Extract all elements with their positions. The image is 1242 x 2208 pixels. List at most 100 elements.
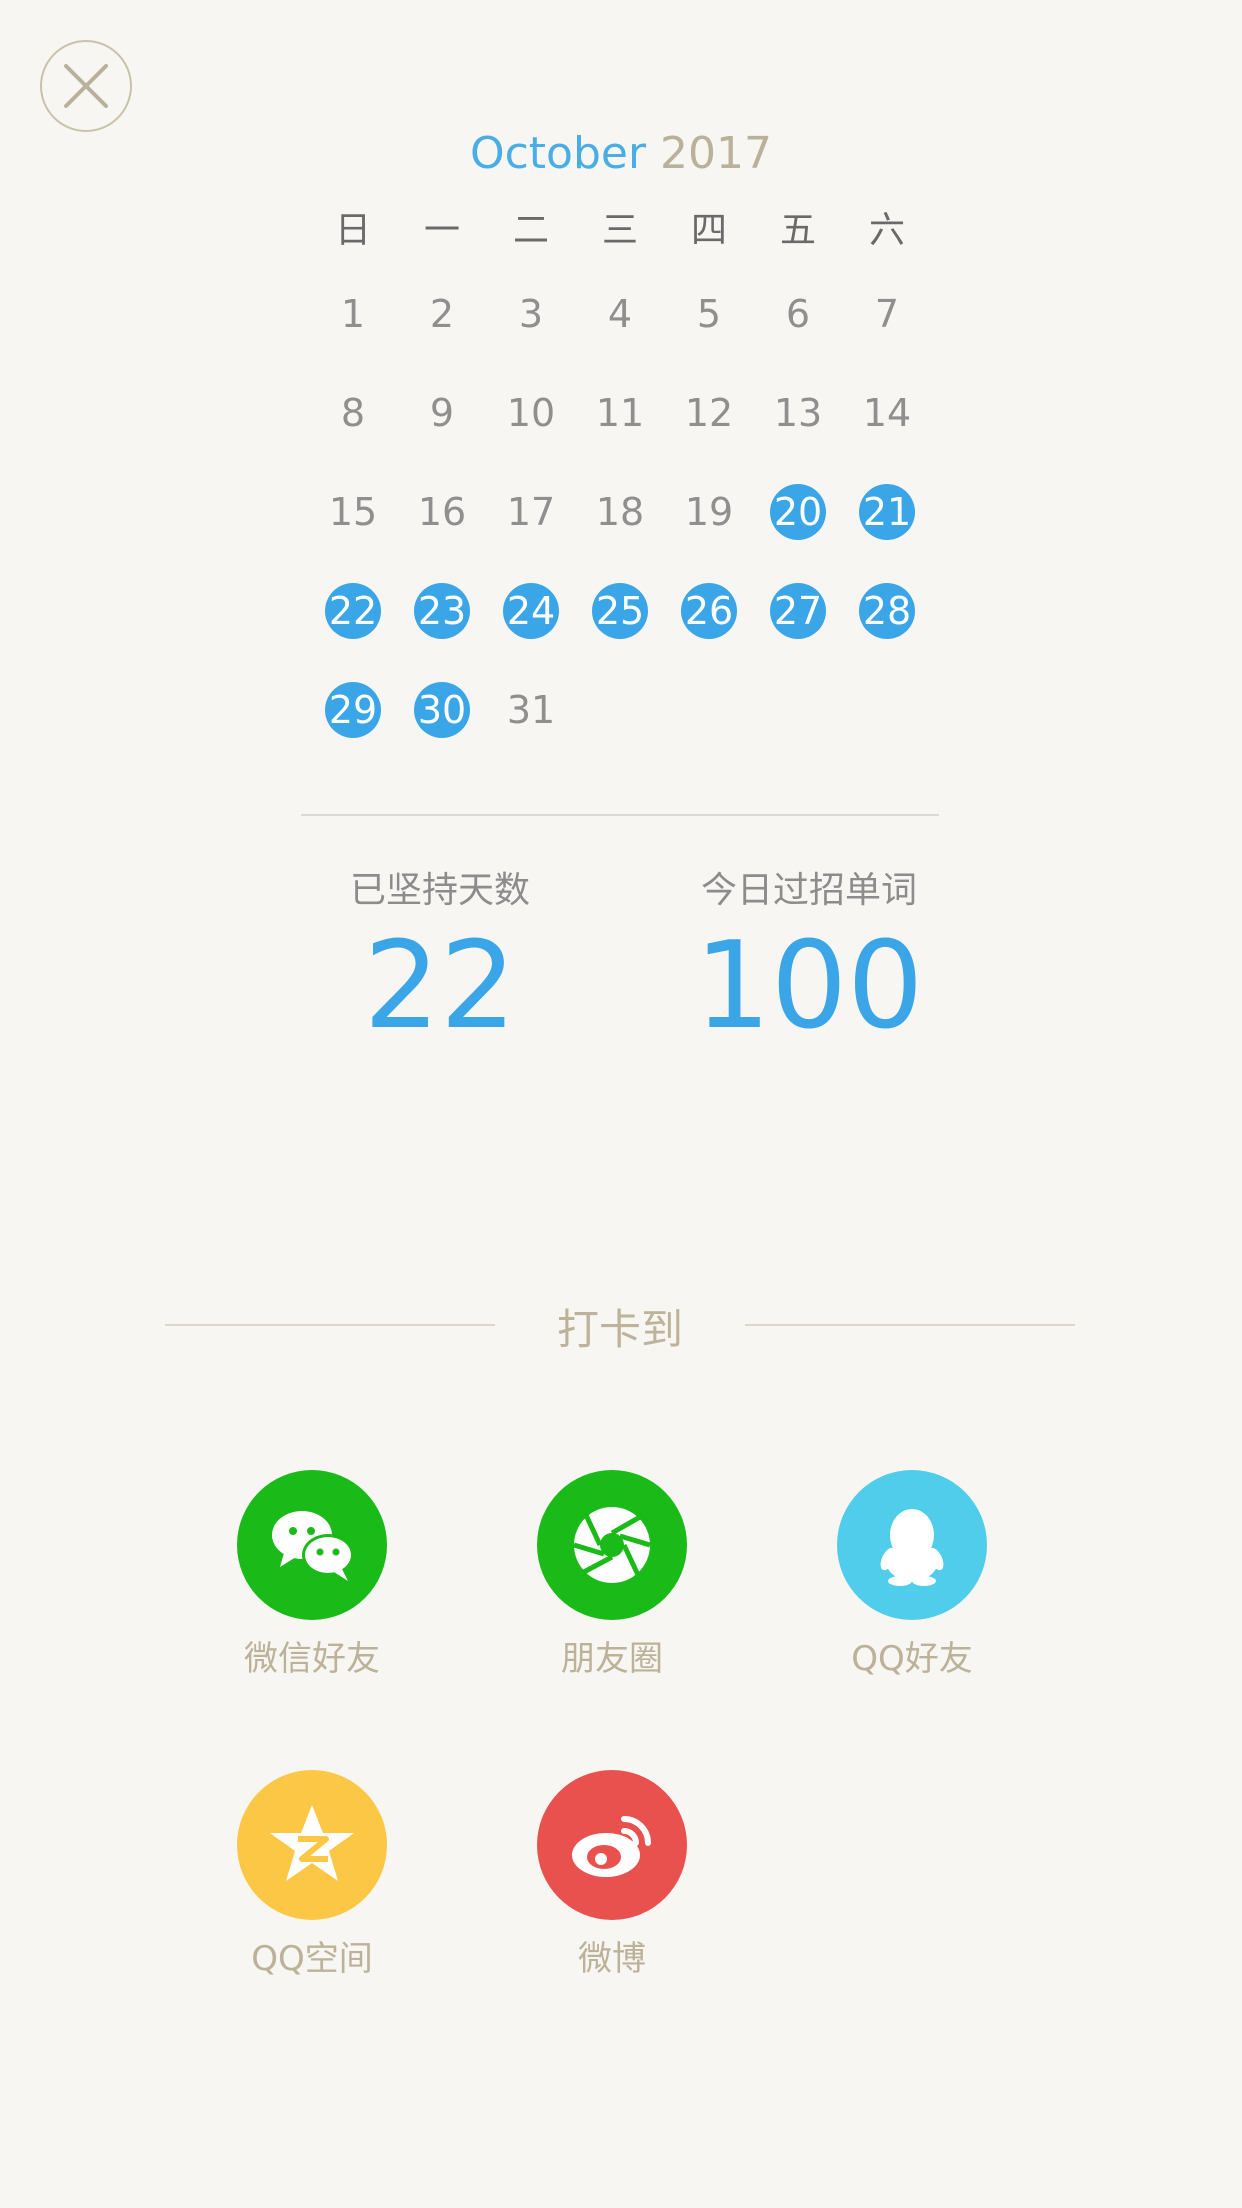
calendar-day: 10 xyxy=(506,390,556,435)
calendar-day-checked: 23 xyxy=(414,582,470,639)
calendar-day: 8 xyxy=(340,390,366,435)
weekday-label: 日 xyxy=(334,210,371,251)
calendar-grid: 日 一 二 三 四 五 六 1 2 3 4 5 6 7 8 9 10 11 12 13 14 15 16 17 1… xyxy=(309,190,933,759)
calendar-day-cell[interactable]: 9 xyxy=(398,385,486,441)
calendar-day-checked: 27 xyxy=(770,582,826,639)
share-qq-label: QQ好友 xyxy=(851,1639,973,1679)
calendar-day-cell[interactable]: 16 xyxy=(398,484,486,540)
calendar-day-cell xyxy=(576,682,664,738)
calendar-day: 1 xyxy=(340,291,366,336)
calendar-day-cell[interactable]: 26 xyxy=(665,582,753,639)
calendar-day: 15 xyxy=(328,489,378,534)
calendar-day-checked: 30 xyxy=(414,681,470,738)
weekday-label: 一 xyxy=(423,210,460,251)
calendar-day-cell[interactable]: 30 xyxy=(398,681,486,738)
calendar-day-cell[interactable]: 27 xyxy=(754,582,842,639)
calendar-day-cell[interactable]: 24 xyxy=(487,582,575,639)
wechat-icon xyxy=(272,1511,354,1581)
share-qzone-button[interactable]: QQ空间 xyxy=(202,1770,422,1984)
calendar-day: 7 xyxy=(874,291,900,336)
calendar-day-cell[interactable]: 28 xyxy=(843,582,931,639)
calendar-week-row: 22 23 24 25 26 27 28 xyxy=(309,561,933,660)
calendar-day: 5 xyxy=(696,291,722,336)
calendar-day-cell[interactable]: 29 xyxy=(309,681,397,738)
calendar-day-cell[interactable]: 20 xyxy=(754,483,842,540)
calendar-day-checked: 24 xyxy=(503,582,559,639)
share-weibo-circle[interactable] xyxy=(537,1770,687,1920)
calendar-day-cell[interactable]: 22 xyxy=(309,582,397,639)
weekday-label: 四 xyxy=(690,210,727,251)
share-wechat-label: 微信好友 xyxy=(244,1639,380,1679)
calendar-day-checked: 26 xyxy=(681,582,737,639)
weekday-header: 日 一 二 三 四 五 六 xyxy=(309,190,933,264)
calendar-divider xyxy=(301,814,939,816)
calendar-week-row: 1 2 3 4 5 6 7 xyxy=(309,264,933,363)
calendar-day: 3 xyxy=(518,291,544,336)
weekday-label: 三 xyxy=(601,210,638,251)
close-button[interactable] xyxy=(40,40,132,132)
calendar-day-cell[interactable]: 17 xyxy=(487,484,575,540)
calendar-day-cell[interactable]: 6 xyxy=(754,286,842,342)
calendar-day-checked: 20 xyxy=(770,483,826,540)
calendar-day-cell[interactable]: 4 xyxy=(576,286,664,342)
share-qq-button[interactable]: QQ好友 xyxy=(802,1470,1022,1684)
moments-icon xyxy=(573,1507,651,1583)
calendar-day: 4 xyxy=(607,291,633,336)
weibo-icon xyxy=(572,1816,651,1877)
share-moments-label: 朋友圈 xyxy=(561,1639,663,1679)
calendar-day: 31 xyxy=(506,687,556,732)
calendar-day-cell[interactable]: 10 xyxy=(487,385,575,441)
calendar-day-cell[interactable]: 2 xyxy=(398,286,486,342)
share-qq-circle[interactable] xyxy=(837,1470,987,1620)
today-words-label: 今日过招单词 xyxy=(700,870,917,911)
calendar-day-cell[interactable]: 15 xyxy=(309,484,397,540)
calendar-day: 18 xyxy=(595,489,645,534)
share-title: 打卡到 xyxy=(556,1305,683,1354)
calendar-day-cell[interactable]: 19 xyxy=(665,484,753,540)
qq-icon xyxy=(880,1509,944,1586)
calendar-day: 19 xyxy=(684,489,734,534)
calendar-day-cell[interactable]: 25 xyxy=(576,582,664,639)
calendar-day-cell xyxy=(843,682,931,738)
streak-days-label: 已坚持天数 xyxy=(349,870,530,911)
share-divider-right xyxy=(745,1324,1075,1326)
calendar-day-cell[interactable]: 12 xyxy=(665,385,753,441)
share-wechat-circle[interactable] xyxy=(237,1470,387,1620)
calendar-day-cell[interactable]: 21 xyxy=(843,483,931,540)
calendar-day-cell[interactable]: 7 xyxy=(843,286,931,342)
share-moments-circle[interactable] xyxy=(537,1470,687,1620)
calendar-day: 13 xyxy=(773,390,823,435)
year-label: 2017 xyxy=(660,128,773,179)
today-words-stat: 今日过招单词 100 xyxy=(659,864,959,1052)
weekday-label: 二 xyxy=(512,210,549,251)
calendar-day-cell[interactable]: 8 xyxy=(309,385,397,441)
calendar-day-checked: 22 xyxy=(325,582,381,639)
share-wechat-button[interactable]: 微信好友 xyxy=(202,1470,422,1684)
calendar-day-cell[interactable]: 18 xyxy=(576,484,664,540)
share-weibo-button[interactable]: 微博 xyxy=(502,1770,722,1984)
calendar-day-cell xyxy=(665,682,753,738)
qzone-icon xyxy=(270,1805,354,1881)
today-words-value: 100 xyxy=(694,917,924,1056)
calendar-day: 12 xyxy=(684,390,734,435)
share-qzone-circle[interactable] xyxy=(237,1770,387,1920)
calendar-day-cell[interactable]: 3 xyxy=(487,286,575,342)
share-moments-button[interactable]: 朋友圈 xyxy=(502,1470,722,1684)
calendar-day-checked: 28 xyxy=(859,582,915,639)
calendar-day-cell[interactable]: 5 xyxy=(665,286,753,342)
calendar-day-cell xyxy=(754,682,842,738)
calendar-day: 2 xyxy=(429,291,455,336)
calendar-day: 16 xyxy=(417,489,467,534)
calendar-day-cell[interactable]: 14 xyxy=(843,385,931,441)
calendar-day-checked: 21 xyxy=(859,483,915,540)
calendar-day-checked: 29 xyxy=(325,681,381,738)
calendar-day-cell[interactable]: 11 xyxy=(576,385,664,441)
calendar-day-cell[interactable]: 31 xyxy=(487,682,575,738)
calendar-week-row: 15 16 17 18 19 20 21 xyxy=(309,462,933,561)
calendar-day-cell[interactable]: 23 xyxy=(398,582,486,639)
calendar-day-cell[interactable]: 13 xyxy=(754,385,842,441)
weekday-label: 五 xyxy=(779,210,816,251)
month-title: October 2017 xyxy=(0,128,1242,179)
calendar-day-cell[interactable]: 1 xyxy=(309,286,397,342)
calendar-week-row: 29 30 31 xyxy=(309,660,933,759)
